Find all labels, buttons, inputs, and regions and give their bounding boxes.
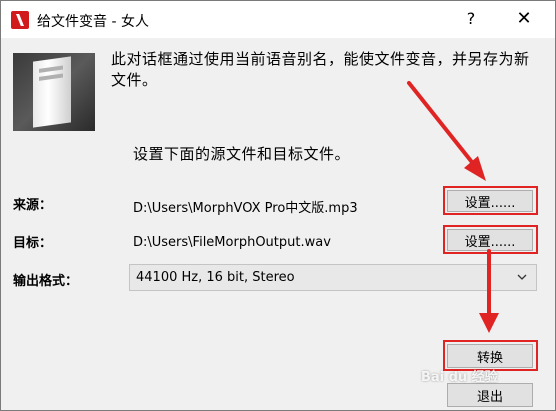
close-button[interactable]: ✕ [509,8,539,30]
source-path: D:\Users\MorphVOX Pro中文版.mp3 [133,201,358,216]
output-format-label: 输出格式： [13,274,79,289]
target-label: 目标： [13,236,53,251]
annotation-arrow-to-source-button [407,81,486,181]
target-path: D:\Users\FileMorphOutput.wav [133,235,331,250]
convert-file-dialog: 给文件变音 - 女人 ? ✕ 此对话框通过使用当前语音别名，能使文件变音，并另存… [0,0,556,411]
convert-button[interactable]: 转换 [447,344,533,368]
title-bar: 给文件变音 - 女人 ? ✕ [1,1,555,38]
output-format-select[interactable]: 44100 Hz, 16 bit, Stereo [129,264,537,291]
exit-button[interactable]: 退出 [447,383,533,407]
source-label: 来源： [13,198,53,213]
morphvox-app-icon [11,11,29,29]
source-set-button[interactable]: 设置...... [447,190,533,212]
dialog-instruction: 设置下面的源文件和目标文件。 [133,145,351,163]
target-set-button[interactable]: 设置...... [447,229,533,251]
help-button[interactable]: ? [459,8,483,30]
computer-tower-icon [33,56,71,128]
computer-tower-image [13,53,95,131]
window-title: 给文件变音 - 女人 [37,14,149,30]
chevron-down-icon [517,274,527,280]
output-format-value: 44100 Hz, 16 bit, Stereo [136,270,295,285]
dialog-description: 此对话框通过使用当前语音别名，能使文件变音，并另存为新文件。 [111,50,530,89]
